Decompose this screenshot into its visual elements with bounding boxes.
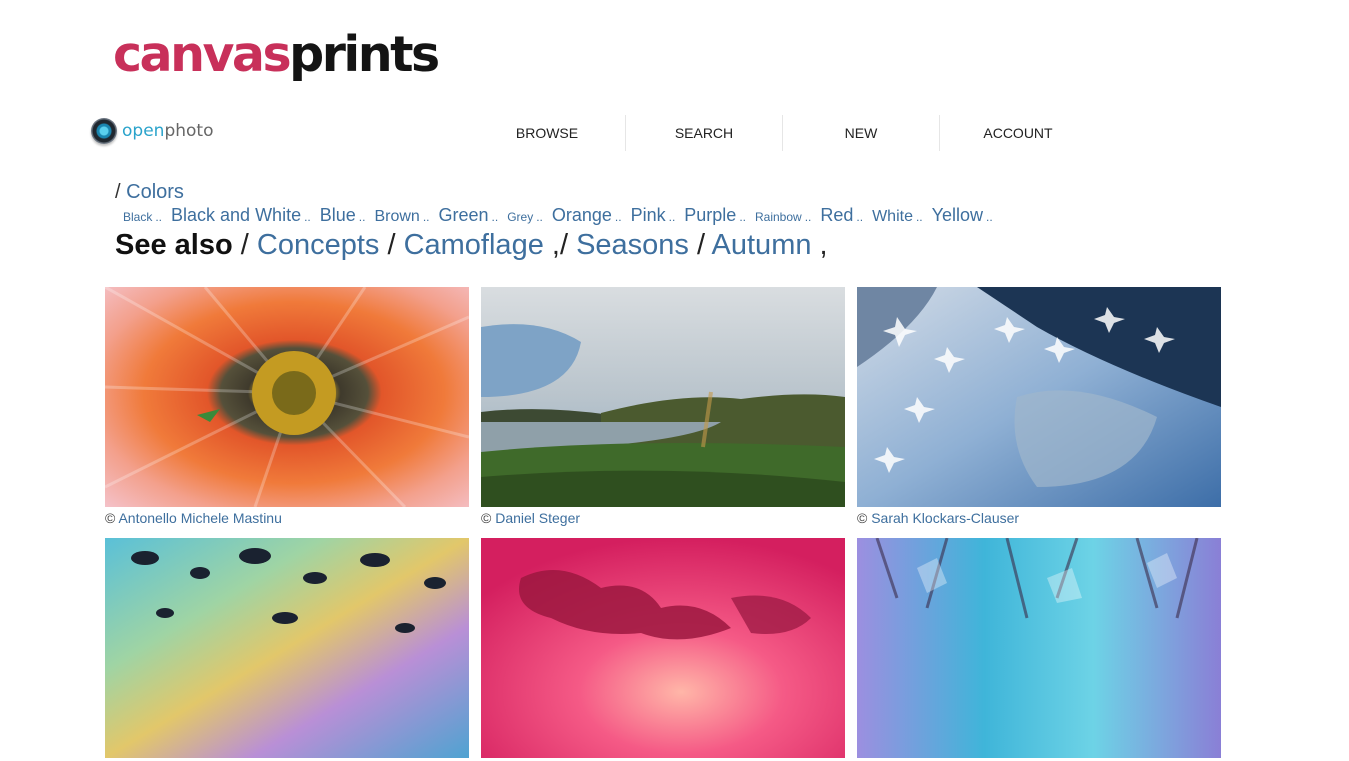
frost-crystals-photo[interactable] — [857, 287, 1221, 507]
color-tag-link[interactable]: Blue — [320, 205, 356, 226]
copyright-symbol: © — [857, 510, 868, 526]
see-also: See also / Concepts / Camoflage ,/ Seaso… — [115, 229, 828, 262]
color-tag-list: Black.. Black and White.. Blue.. Brown.. Gre… — [123, 205, 1002, 226]
main-nav: BROWSE SEARCH NEW ACCOUNT — [469, 115, 1096, 151]
oil-slick-photo[interactable] — [105, 538, 469, 758]
breadcrumb: / Colors — [115, 181, 184, 204]
photo-card: © Antonello Michele Mastinu — [105, 287, 469, 526]
copyright-symbol: © — [481, 510, 492, 526]
color-tag-separator: .. — [739, 210, 746, 224]
photo-caption: © Antonello Michele Mastinu — [105, 510, 469, 526]
see-also-slash: / — [240, 229, 249, 261]
flower-photo[interactable] — [105, 287, 469, 507]
color-tag-separator: .. — [422, 210, 430, 224]
color-tag-separator: .. — [358, 210, 366, 224]
color-tag-separator: .. — [155, 210, 163, 224]
color-tag-link[interactable]: Green — [438, 205, 488, 226]
color-tag-link[interactable]: Yellow — [932, 205, 983, 226]
color-tag-separator: .. — [536, 210, 543, 224]
see-also-comma: , — [551, 229, 560, 261]
breadcrumb-colors-link[interactable]: Colors — [126, 181, 184, 203]
color-tag-link[interactable]: Black — [123, 210, 152, 224]
openphoto-photo-text: photo — [164, 121, 214, 141]
color-tag-link[interactable]: Black and White — [171, 205, 301, 226]
color-tag-link[interactable]: Grey — [507, 210, 533, 224]
nav-browse[interactable]: BROWSE — [469, 115, 626, 151]
see-also-slash: / — [559, 229, 569, 261]
color-tag-link[interactable]: Orange — [552, 205, 612, 226]
color-tag-link[interactable]: Red — [820, 205, 853, 226]
photo-caption: © Daniel Steger — [481, 510, 845, 526]
rainbow-lake-photo[interactable] — [481, 287, 845, 507]
color-tag-separator: .. — [304, 210, 311, 224]
camera-lens-icon — [91, 118, 117, 144]
color-tag-link[interactable]: White — [872, 208, 913, 226]
photo-caption: © Sarah Klockars-Clauser — [857, 510, 1221, 526]
color-tag-separator: .. — [804, 210, 812, 224]
crystal-abstract-photo[interactable] — [857, 538, 1221, 758]
canvasprints-logo[interactable]: canvasprints — [113, 26, 440, 100]
photo-author-link[interactable]: Sarah Klockars-Clauser — [871, 510, 1019, 526]
see-also-seasons-link[interactable]: Seasons — [576, 229, 689, 261]
color-tag-link[interactable]: Purple — [684, 205, 736, 226]
see-also-slash: / — [697, 229, 706, 261]
breadcrumb-separator: / — [115, 181, 121, 203]
see-also-comma: , — [819, 229, 828, 261]
see-also-camoflage-link[interactable]: Camoflage — [404, 229, 544, 261]
nav-search[interactable]: SEARCH — [626, 115, 783, 151]
photo-author-link[interactable]: Antonello Michele Mastinu — [118, 510, 281, 526]
see-also-label: See also — [115, 229, 233, 261]
color-tag-link[interactable]: Pink — [631, 205, 666, 226]
photo-card: © Sarah Klockars-Clauser — [857, 287, 1221, 526]
nav-new[interactable]: NEW — [783, 115, 940, 151]
color-tag-link[interactable]: Brown — [374, 208, 419, 226]
photo-card: © Daniel Steger — [481, 287, 845, 526]
color-tag-separator: .. — [614, 210, 622, 224]
see-also-slash: / — [387, 229, 396, 261]
color-tag-separator: .. — [915, 210, 923, 224]
photo-author-link[interactable]: Daniel Steger — [495, 510, 580, 526]
color-tag-separator: .. — [491, 210, 499, 224]
color-tag-separator: .. — [668, 210, 676, 224]
logo-prints-text: prints — [289, 26, 440, 83]
openphoto-open-text: open — [122, 121, 165, 141]
pink-sunset-photo[interactable] — [481, 538, 845, 758]
photo-card — [105, 538, 469, 761]
see-also-concepts-link[interactable]: Concepts — [257, 229, 380, 261]
photo-card — [857, 538, 1221, 761]
color-tag-separator: .. — [986, 210, 993, 224]
logo-canvas-text: canvas — [113, 26, 292, 83]
see-also-autumn-link[interactable]: Autumn — [712, 229, 812, 261]
color-tag-link[interactable]: Rainbow — [755, 210, 802, 224]
nav-account[interactable]: ACCOUNT — [940, 115, 1096, 151]
openphoto-logo[interactable]: openphoto — [91, 117, 213, 145]
copyright-symbol: © — [105, 510, 116, 526]
color-tag-separator: .. — [856, 210, 864, 224]
photo-card — [481, 538, 845, 761]
